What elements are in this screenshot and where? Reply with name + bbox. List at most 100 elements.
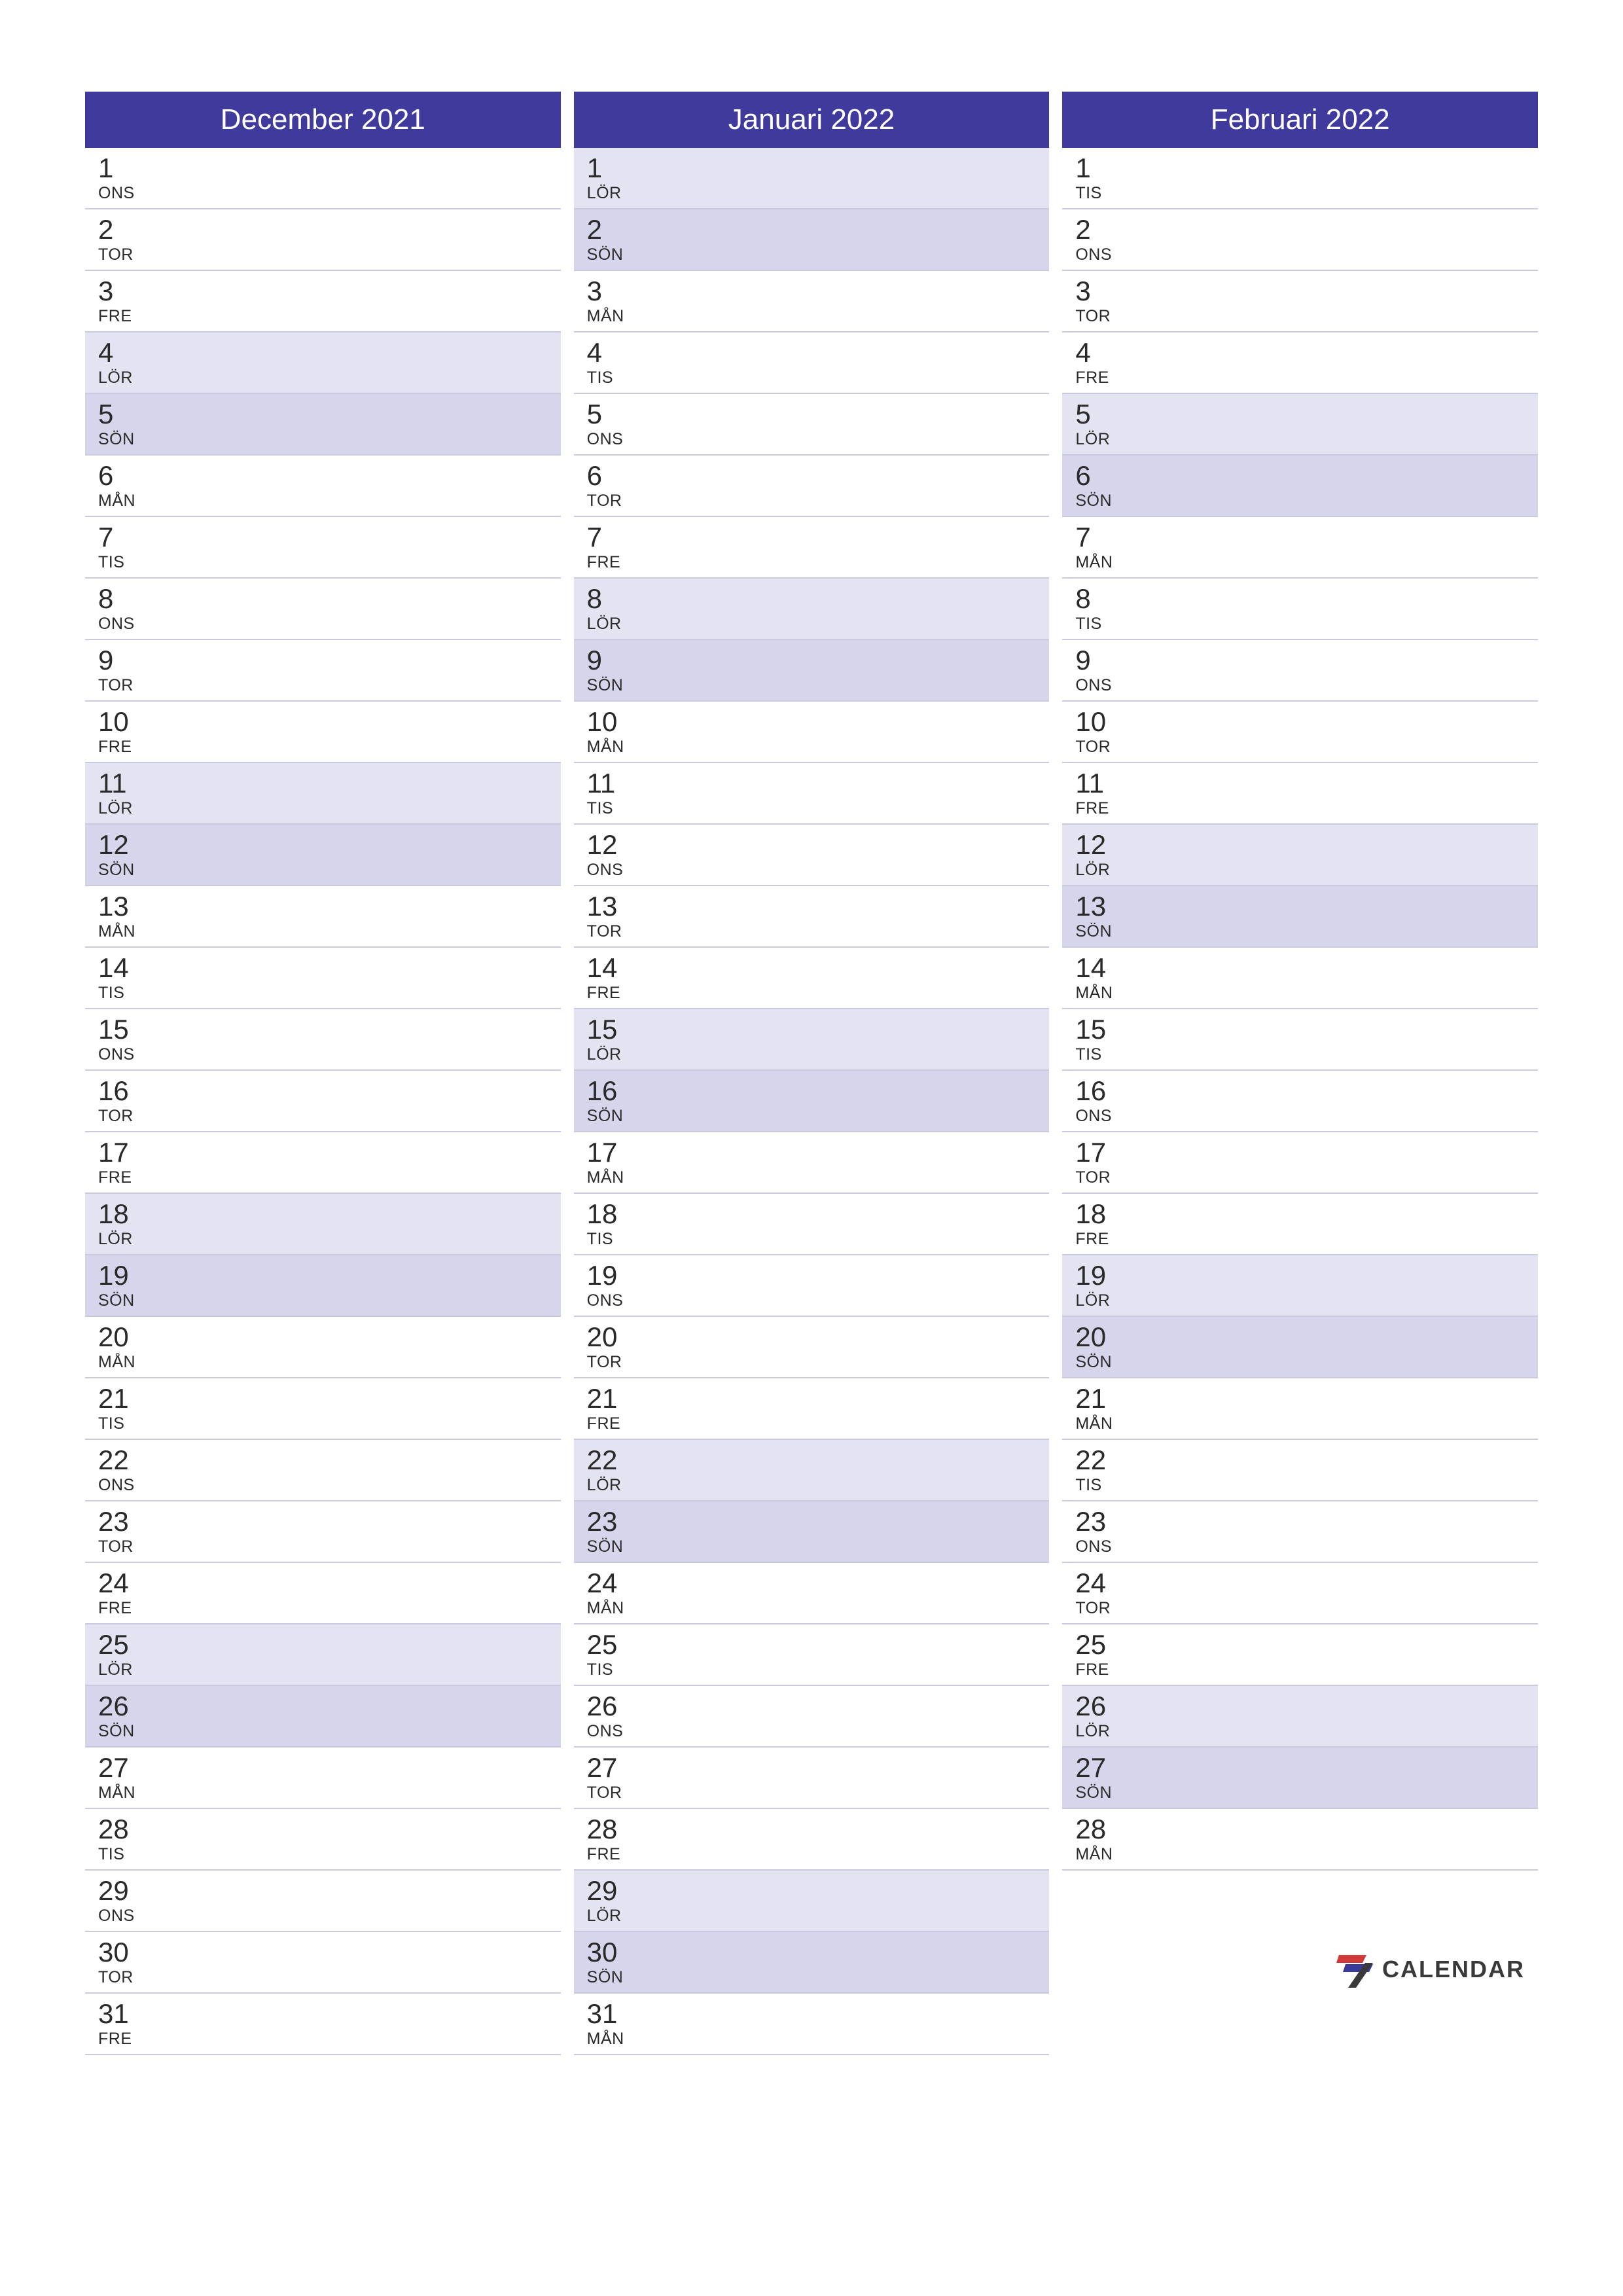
day-row: 23TOR <box>85 1501 561 1563</box>
day-row: 12LÖR <box>1062 825 1538 886</box>
day-number: 25 <box>587 1630 1038 1660</box>
day-name: LÖR <box>98 800 549 818</box>
day-name: LÖR <box>1075 1292 1526 1310</box>
day-number: 6 <box>98 461 549 491</box>
day-number: 11 <box>1075 768 1526 798</box>
day-name: TOR <box>587 1784 1038 1803</box>
day-number: 8 <box>587 584 1038 614</box>
day-name: SÖN <box>587 1969 1038 1987</box>
day-name: MÅN <box>98 1354 549 1372</box>
day-name: MÅN <box>587 1600 1038 1618</box>
day-name: SÖN <box>1075 923 1526 941</box>
day-row: 27SÖN <box>1062 1748 1538 1809</box>
day-number: 22 <box>587 1445 1038 1475</box>
day-name: TOR <box>1075 1169 1526 1187</box>
day-number: 27 <box>98 1753 549 1783</box>
day-number: 6 <box>587 461 1038 491</box>
day-number: 16 <box>98 1076 549 1106</box>
day-row: 24 MÅN <box>574 1563 1050 1624</box>
day-row: 31FRE <box>85 1994 561 2055</box>
day-number: 20 <box>1075 1322 1526 1352</box>
day-number: 31 <box>587 1999 1038 2029</box>
day-row: 10MÅN <box>574 702 1050 763</box>
day-row: 5LÖR <box>1062 394 1538 456</box>
day-number: 24 <box>98 1568 549 1598</box>
day-row: 4LÖR <box>85 332 561 394</box>
day-number: 2 <box>98 215 549 245</box>
day-number: 1 <box>587 153 1038 183</box>
month-column-december: December 2021 1ONS2TOR3FRE4LÖR5SÖN6MÅN7T… <box>85 92 561 2055</box>
day-number: 22 <box>1075 1445 1526 1475</box>
day-row: 9ONS <box>1062 640 1538 702</box>
day-number: 24 <box>587 1568 1038 1598</box>
day-number: 13 <box>1075 891 1526 922</box>
day-row: 22LÖR <box>574 1440 1050 1501</box>
day-number: 21 <box>587 1384 1038 1414</box>
day-row: 3FRE <box>85 271 561 332</box>
day-name: TIS <box>98 1415 549 1433</box>
day-name: MÅN <box>98 923 549 941</box>
day-name: LÖR <box>98 1661 549 1679</box>
day-row: 11FRE <box>1062 763 1538 825</box>
day-number: 15 <box>1075 1014 1526 1045</box>
day-row: 21TIS <box>85 1378 561 1440</box>
day-row: 28MÅN <box>1062 1809 1538 1871</box>
day-row: 15TIS <box>1062 1009 1538 1071</box>
day-name: SÖN <box>587 677 1038 695</box>
day-row: 18FRE <box>1062 1194 1538 1255</box>
day-name: FRE <box>587 984 1038 1003</box>
day-row: 9 SÖN <box>574 640 1050 702</box>
day-name: MÅN <box>98 1784 549 1803</box>
day-name: ONS <box>98 1477 549 1495</box>
day-row: 26SÖN <box>85 1686 561 1748</box>
day-row: 22 TIS <box>1062 1440 1538 1501</box>
day-row: 16TOR <box>85 1071 561 1132</box>
day-number: 5 <box>98 399 549 429</box>
day-number: 10 <box>98 707 549 737</box>
day-name: ONS <box>1075 1538 1526 1556</box>
day-number: 26 <box>587 1691 1038 1721</box>
day-number: 29 <box>98 1876 549 1906</box>
day-number: 13 <box>98 891 549 922</box>
day-name: ONS <box>587 1292 1038 1310</box>
day-name: ONS <box>1075 246 1526 264</box>
day-row: 24FRE <box>85 1563 561 1624</box>
day-name: ONS <box>1075 677 1526 695</box>
day-row: 22ONS <box>85 1440 561 1501</box>
day-name: SÖN <box>1075 492 1526 511</box>
month-header: December 2021 <box>85 92 561 148</box>
day-name: LÖR <box>587 1907 1038 1926</box>
day-number: 12 <box>1075 830 1526 860</box>
day-number: 7 <box>587 522 1038 552</box>
day-row: 20MÅN <box>85 1317 561 1378</box>
day-name: TIS <box>1075 1477 1526 1495</box>
day-row: 19ONS <box>574 1255 1050 1317</box>
day-row: 13TOR <box>574 886 1050 948</box>
day-number: 18 <box>1075 1199 1526 1229</box>
day-row: 17MÅN <box>574 1132 1050 1194</box>
day-name: ONS <box>98 615 549 634</box>
day-name: TOR <box>98 1107 549 1126</box>
day-name: SÖN <box>98 861 549 880</box>
day-number: 26 <box>1075 1691 1526 1721</box>
day-row: 2TOR <box>85 209 561 271</box>
day-number: 18 <box>98 1199 549 1229</box>
day-row: 11LÖR <box>85 763 561 825</box>
day-number: 16 <box>587 1076 1038 1106</box>
day-row: 16SÖN <box>574 1071 1050 1132</box>
day-name: ONS <box>587 431 1038 449</box>
month-header: Januari 2022 <box>574 92 1050 148</box>
day-number: 21 <box>98 1384 549 1414</box>
day-row: 21FRE <box>574 1378 1050 1440</box>
day-name: LÖR <box>98 1230 549 1249</box>
day-row: 28FRE <box>574 1809 1050 1871</box>
day-number: 5 <box>1075 399 1526 429</box>
day-row: 31MÅN <box>574 1994 1050 2055</box>
day-row: 27MÅN <box>85 1748 561 1809</box>
day-number: 13 <box>587 891 1038 922</box>
day-number: 7 <box>1075 522 1526 552</box>
day-number: 9 <box>587 645 1038 675</box>
day-number: 23 <box>1075 1507 1526 1537</box>
day-number: 3 <box>98 276 549 306</box>
day-row: 25FRE <box>1062 1624 1538 1686</box>
